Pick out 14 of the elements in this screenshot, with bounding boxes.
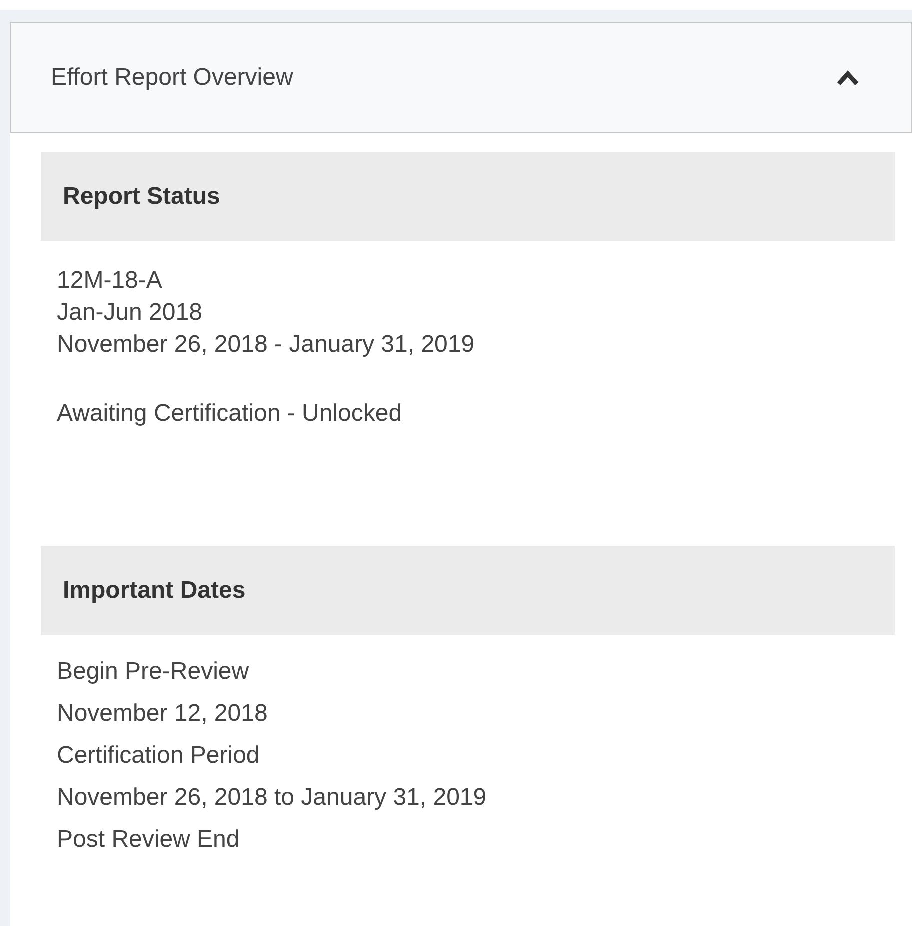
chevron-up-icon[interactable]	[837, 70, 859, 86]
info-line: 12M-18-A	[57, 266, 164, 296]
status-text: Awaiting Certification - Unlocked	[57, 399, 404, 429]
info-line: November 26, 2018 to January 31, 2019	[57, 783, 488, 813]
info-line: Jan-Jun 2018	[57, 298, 204, 328]
section-heading: Important Dates	[63, 576, 246, 606]
panel-header[interactable]: Effort Report Overview	[10, 22, 912, 133]
info-line: November 26, 2018 - January 31, 2019	[57, 330, 476, 360]
info-line: Begin Pre-Review	[57, 657, 250, 687]
section-heading: Report Status	[63, 182, 220, 212]
info-line: November 12, 2018	[57, 699, 269, 729]
panel-title: Effort Report Overview	[51, 62, 294, 92]
info-line: Certification Period	[57, 741, 261, 771]
info-line: Post Review End	[57, 825, 241, 855]
